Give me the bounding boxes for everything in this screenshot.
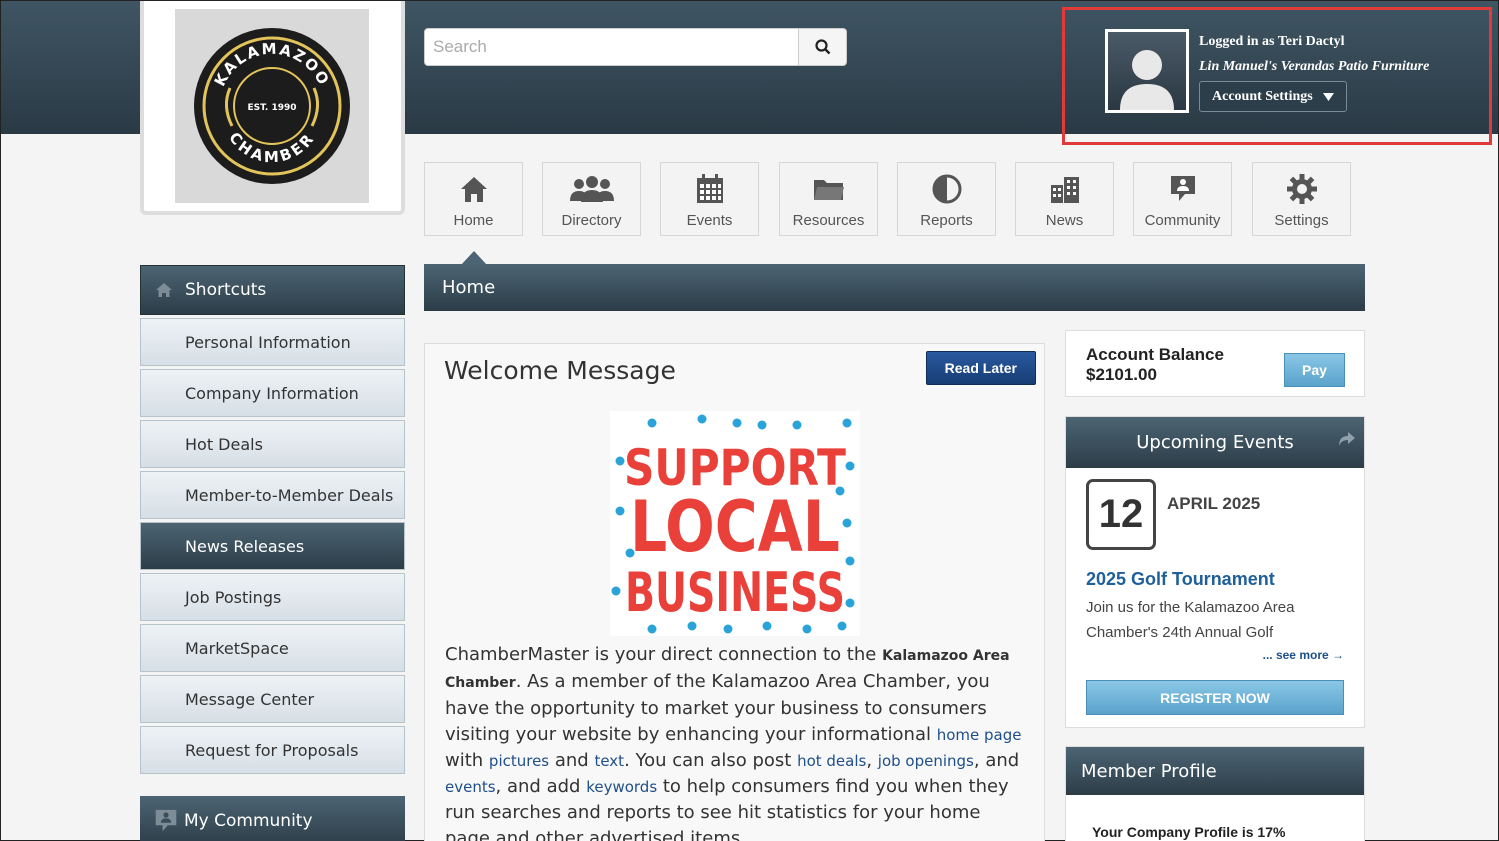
- active-tab-indicator: [461, 251, 487, 265]
- nav-resources[interactable]: Resources: [779, 162, 878, 236]
- my-community-header[interactable]: My Community: [140, 796, 405, 841]
- nav-home-label: Home: [453, 212, 494, 229]
- shortcut-request-for-proposals[interactable]: Request for Proposals: [140, 726, 405, 774]
- profile-completion-text: Your Company Profile is 17%: [1092, 824, 1286, 840]
- folder-icon: [813, 180, 844, 200]
- nav-home[interactable]: Home: [424, 162, 523, 236]
- nav-settings[interactable]: Settings: [1252, 162, 1351, 236]
- search-icon: [814, 39, 830, 55]
- nav-reports-label: Reports: [920, 212, 973, 229]
- shortcuts-panel: Shortcuts Personal Information Company I…: [140, 265, 405, 774]
- company-name: Lin Manuel's Verandas Patio Furniture: [1199, 59, 1430, 74]
- welcome-body: ChamberMaster is your direct connection …: [445, 642, 1030, 841]
- upcoming-events-panel: Upcoming Events 12 APRIL 2025 2025 Golf …: [1065, 416, 1365, 728]
- nav-directory-label: Directory: [561, 212, 622, 229]
- event-day: 12: [1086, 479, 1156, 550]
- read-later-button[interactable]: Read Later: [925, 351, 1036, 385]
- upcoming-events-header: Upcoming Events: [1066, 417, 1364, 468]
- nav-settings-label: Settings: [1274, 212, 1329, 229]
- chamber-seal-icon: KALAMAZOO CHAMBER EST. 1990: [194, 28, 350, 184]
- avatar[interactable]: [1105, 29, 1189, 113]
- welcome-text-6: ,: [866, 750, 878, 771]
- page-title: Home: [424, 264, 1365, 311]
- register-now-button[interactable]: REGISTER NOW: [1086, 680, 1344, 715]
- account-panel: Logged in as Teri Dactyl Lin Manuel's Ve…: [1062, 7, 1492, 145]
- pie-chart-icon: [932, 174, 961, 204]
- welcome-text-1: ChamberMaster is your direct connection …: [445, 644, 883, 665]
- nav-community[interactable]: Community: [1133, 162, 1232, 236]
- support-local-business-graphic: SUPPORT LOCAL BUSINESS: [611, 414, 855, 634]
- shortcuts-title: Shortcuts: [185, 280, 267, 300]
- pay-button[interactable]: Pay: [1284, 353, 1345, 387]
- see-more-link[interactable]: ... see more →: [1263, 648, 1344, 662]
- chamber-logo[interactable]: KALAMAZOO CHAMBER EST. 1990: [175, 9, 369, 203]
- welcome-text-8: , and add: [495, 776, 587, 797]
- pictures-link[interactable]: pictures: [489, 752, 549, 770]
- hot-deals-link[interactable]: hot deals: [797, 752, 866, 770]
- shortcuts-header: Shortcuts: [140, 265, 405, 315]
- nav-events[interactable]: Events: [660, 162, 759, 236]
- home-page-link[interactable]: home page: [937, 726, 1022, 744]
- comment-icon: [155, 809, 177, 832]
- comment-icon: [1170, 176, 1195, 201]
- shortcut-marketspace[interactable]: MarketSpace: [140, 624, 405, 672]
- shortcut-company-information[interactable]: Company Information: [140, 369, 405, 417]
- gear-icon: [1286, 174, 1317, 204]
- upcoming-events-title: Upcoming Events: [1136, 432, 1294, 453]
- nav-community-label: Community: [1144, 212, 1221, 229]
- nav-news[interactable]: News: [1015, 162, 1114, 236]
- event-description: Join us for the Kalamazoo Area Chamber's…: [1086, 599, 1295, 641]
- caret-down-icon: [1322, 92, 1334, 101]
- account-balance-panel: Account Balance $2101.00 Pay: [1065, 330, 1365, 397]
- calendar-icon: [696, 174, 723, 203]
- welcome-panel: Welcome Message Read Later SUPPORT LOCAL…: [424, 343, 1045, 841]
- welcome-text-7: , and: [973, 750, 1020, 771]
- welcome-text-4: and: [549, 750, 595, 771]
- user-icon: [1120, 50, 1174, 110]
- job-openings-link[interactable]: job openings: [878, 752, 974, 770]
- welcome-text-2: . As a member of the Kalamazoo Area Cham…: [445, 671, 990, 745]
- shortcut-personal-information[interactable]: Personal Information: [140, 318, 405, 366]
- svg-text:LOCAL: LOCAL: [630, 486, 840, 568]
- account-balance-label: Account Balance: [1086, 345, 1224, 364]
- welcome-text-3: with: [445, 750, 489, 771]
- welcome-text-5: . You can also post: [624, 750, 798, 771]
- svg-text:EST. 1990: EST. 1990: [247, 103, 296, 113]
- shortcut-message-center[interactable]: Message Center: [140, 675, 405, 723]
- member-profile-panel: Member Profile Your Company Profile is 1…: [1065, 746, 1365, 841]
- account-balance-value: $2101.00: [1086, 365, 1157, 384]
- svg-text:BUSINESS: BUSINESS: [625, 561, 845, 624]
- member-profile-title: Member Profile: [1066, 747, 1364, 795]
- nav-reports[interactable]: Reports: [897, 162, 996, 236]
- logged-in-user: Logged in as Teri Dactyl: [1199, 34, 1345, 49]
- support-local-business-image: SUPPORT LOCAL BUSINESS: [610, 411, 860, 636]
- logo-container: KALAMAZOO CHAMBER EST. 1990: [140, 1, 405, 215]
- events-link[interactable]: events: [445, 778, 496, 796]
- event-title-link[interactable]: 2025 Golf Tournament: [1086, 569, 1275, 590]
- share-icon[interactable]: [1338, 431, 1356, 447]
- shortcut-news-releases[interactable]: News Releases: [140, 522, 405, 570]
- nav-news-label: News: [1045, 212, 1084, 229]
- my-community-title: My Community: [184, 811, 313, 831]
- text-link[interactable]: text: [594, 752, 624, 770]
- welcome-title: Welcome Message: [444, 356, 676, 385]
- shortcut-job-postings[interactable]: Job Postings: [140, 573, 405, 621]
- event-month: APRIL 2025: [1167, 494, 1261, 513]
- home-icon: [156, 283, 172, 297]
- nav-directory[interactable]: Directory: [542, 162, 641, 236]
- nav-resources-label: Resources: [792, 212, 865, 229]
- search-input[interactable]: [424, 28, 799, 66]
- people-icon: [569, 176, 614, 202]
- search-bar: [424, 28, 847, 66]
- home-icon: [460, 177, 487, 202]
- buildings-icon: [1050, 177, 1079, 203]
- shortcut-member-to-member-deals[interactable]: Member-to-Member Deals: [140, 471, 405, 519]
- keywords-link[interactable]: keywords: [586, 778, 657, 796]
- account-settings-button[interactable]: Account Settings: [1199, 81, 1347, 112]
- search-button[interactable]: [799, 28, 847, 66]
- shortcut-hot-deals[interactable]: Hot Deals: [140, 420, 405, 468]
- account-settings-label: Account Settings: [1212, 88, 1313, 104]
- nav-events-label: Events: [686, 212, 733, 229]
